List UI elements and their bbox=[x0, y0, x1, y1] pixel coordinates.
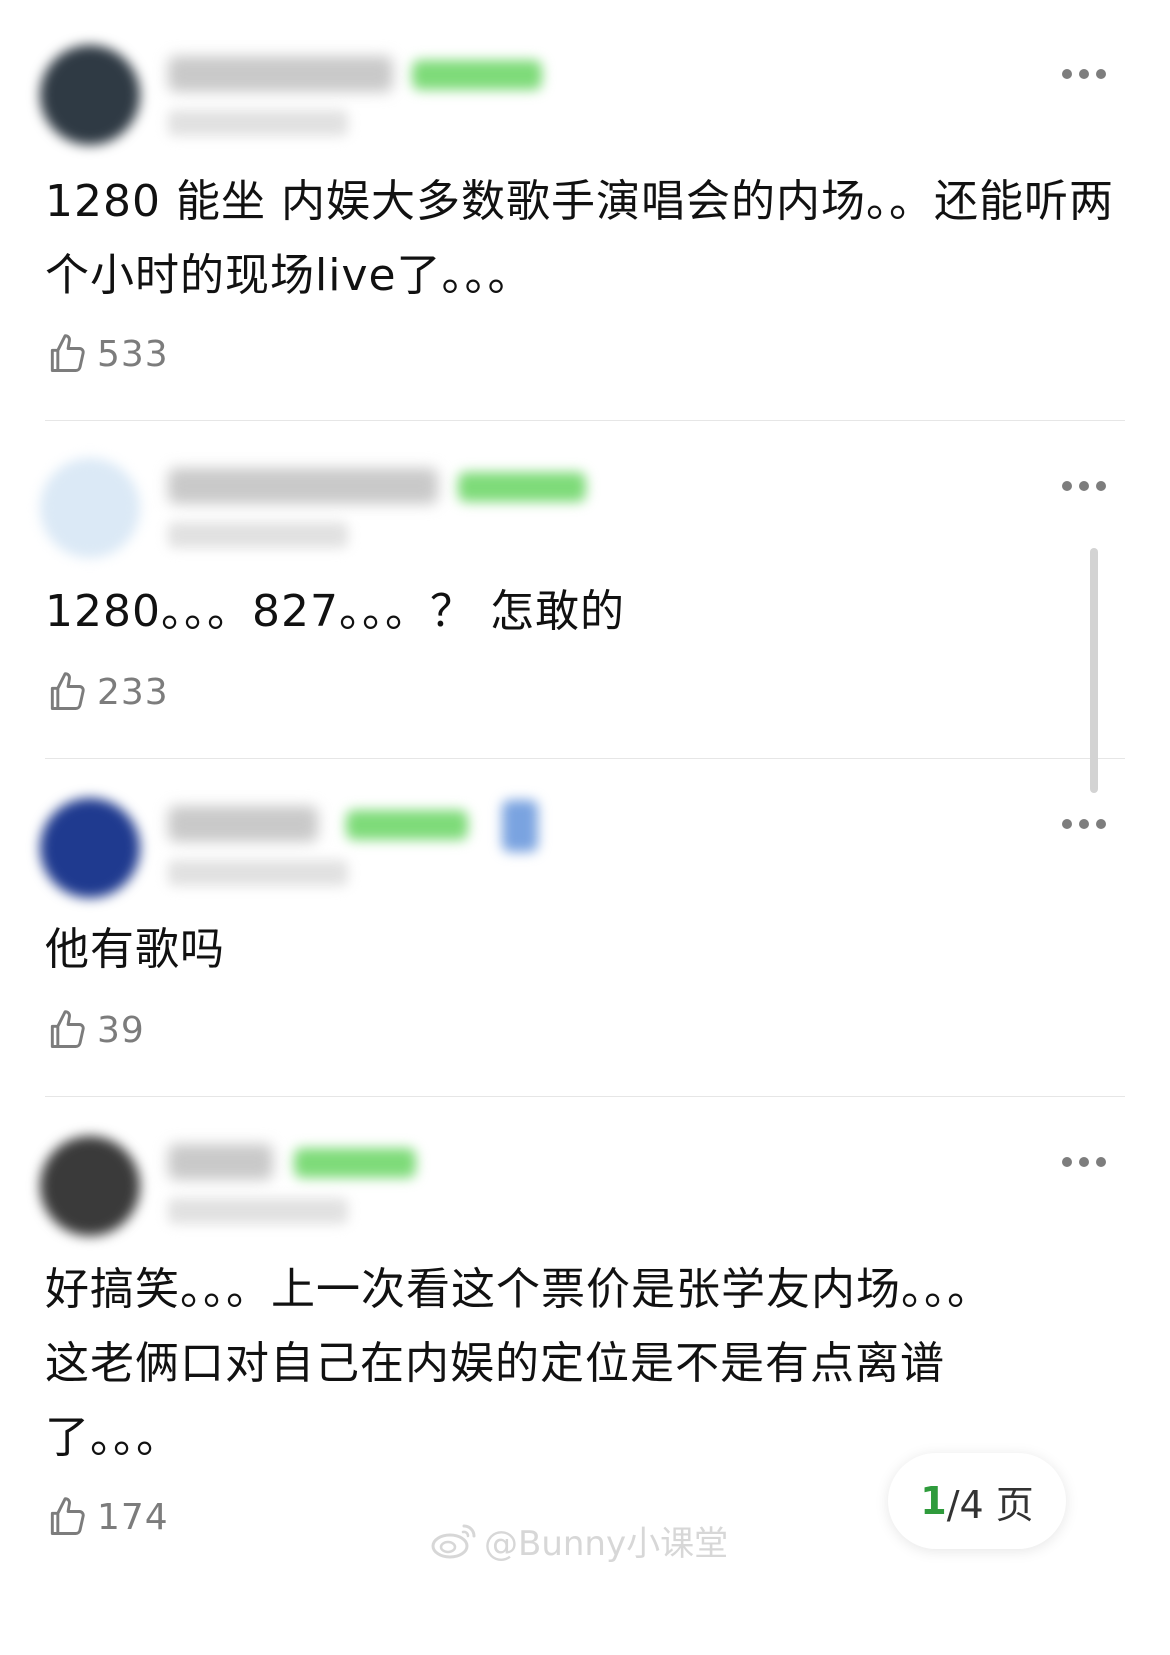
thumbs-up-icon bbox=[50, 1497, 85, 1535]
comment-meta-blurred bbox=[168, 522, 348, 548]
thumbs-up-icon bbox=[50, 672, 85, 710]
scrollbar[interactable] bbox=[1090, 548, 1098, 793]
like-button[interactable]: 39 bbox=[45, 1007, 145, 1053]
comment-meta-blurred bbox=[168, 110, 348, 136]
user-badge bbox=[412, 60, 542, 90]
page-indicator[interactable]: 1 /4 页 bbox=[888, 1453, 1066, 1549]
avatar[interactable] bbox=[40, 1136, 140, 1236]
weibo-logo-icon bbox=[431, 1524, 476, 1559]
avatar[interactable] bbox=[40, 45, 140, 145]
like-count: 533 bbox=[97, 333, 169, 375]
username-blurred[interactable] bbox=[168, 1144, 273, 1180]
divider bbox=[45, 758, 1125, 759]
avatar[interactable] bbox=[40, 798, 140, 898]
divider bbox=[45, 420, 1125, 421]
user-badge bbox=[294, 1148, 416, 1178]
username-blurred[interactable] bbox=[168, 806, 318, 842]
comment-meta-blurred bbox=[168, 1198, 348, 1224]
comment-text: 他有歌吗 bbox=[45, 924, 225, 975]
comment-text: 好搞笑。。。上一次看这个票价是张学友内场。。。这老俩口对自己在内娱的定位是不是有… bbox=[45, 1264, 992, 1463]
watermark-text: @Bunny小课堂 bbox=[484, 1523, 729, 1564]
member-badge bbox=[502, 800, 538, 852]
like-count: 39 bbox=[97, 1009, 145, 1051]
watermark: @Bunny小课堂 bbox=[430, 1515, 728, 1565]
avatar[interactable] bbox=[40, 458, 140, 558]
page-total: /4 页 bbox=[946, 1482, 1034, 1527]
comment-text: 1280。。。827。。。？ 怎敢的 bbox=[45, 586, 625, 637]
like-count: 174 bbox=[97, 1496, 169, 1538]
username-blurred[interactable] bbox=[168, 468, 438, 504]
comment-meta-blurred bbox=[168, 860, 348, 886]
divider bbox=[45, 1096, 1125, 1097]
like-button[interactable]: 533 bbox=[45, 331, 169, 377]
like-button[interactable]: 174 bbox=[45, 1494, 169, 1540]
more-dots-icon[interactable] bbox=[1062, 68, 1106, 80]
more-dots-icon[interactable] bbox=[1062, 1156, 1106, 1168]
comment-text: 1280 能坐 内娱大多数歌手演唱会的内场。。还能听两个小时的现场live了。。… bbox=[45, 176, 1114, 301]
page-current: 1 bbox=[920, 1479, 947, 1523]
user-badge bbox=[458, 472, 586, 502]
like-count: 233 bbox=[97, 671, 169, 713]
more-dots-icon[interactable] bbox=[1062, 480, 1106, 492]
more-dots-icon[interactable] bbox=[1062, 818, 1106, 830]
username-blurred[interactable] bbox=[168, 56, 393, 92]
thumbs-up-icon bbox=[50, 334, 85, 372]
thumbs-up-icon bbox=[50, 1010, 85, 1048]
like-button[interactable]: 233 bbox=[45, 669, 169, 715]
user-badge bbox=[346, 810, 468, 840]
